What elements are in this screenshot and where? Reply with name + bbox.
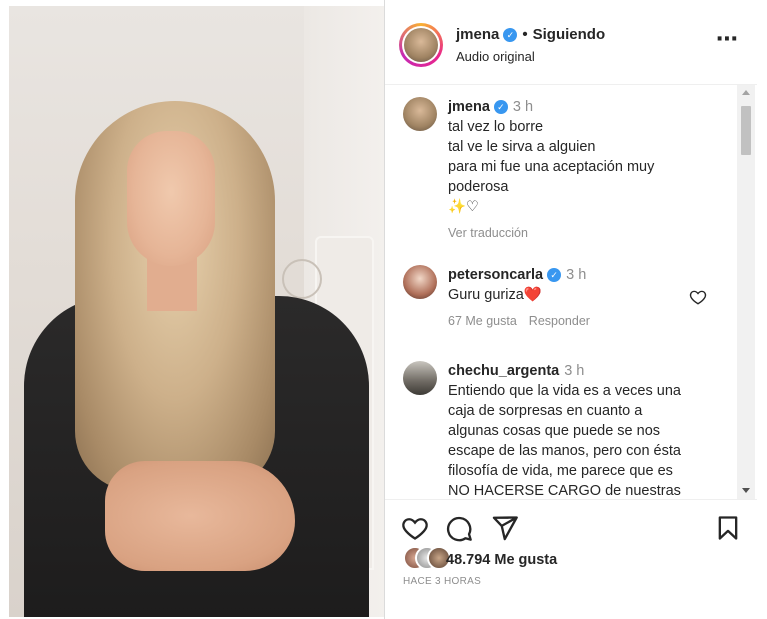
caption-line: tal vez lo borre	[448, 119, 544, 135]
comment-line: filosofía de vida, me parece que es	[448, 463, 673, 479]
avatar[interactable]	[403, 97, 437, 131]
likes-count-link[interactable]: 48.794 Me gusta	[446, 552, 557, 568]
comment-time[interactable]: 3 h	[564, 363, 584, 379]
comment-line: escape de las manos, pero con ésta	[448, 443, 681, 459]
comment-text: Guru guriza❤️	[448, 287, 542, 303]
avatar[interactable]	[403, 361, 437, 395]
caption-line: tal ve le sirva a alguien	[448, 139, 596, 155]
avatar[interactable]	[403, 265, 437, 299]
reply-button[interactable]: Responder	[529, 314, 590, 328]
background-lamp	[282, 259, 322, 299]
comment-username[interactable]: chechu_argenta	[448, 363, 559, 379]
author-username[interactable]: jmena	[456, 26, 499, 43]
post-video[interactable]	[9, 6, 384, 617]
comment-line: caja de sorpresas en cuanto a	[448, 403, 643, 419]
author-avatar[interactable]	[399, 23, 443, 67]
comments-list: jmena ✓ 3 h tal vez lo borre tal ve le sir…	[385, 85, 737, 499]
separator-dot: •	[522, 26, 528, 43]
comment-icon[interactable]	[445, 514, 473, 542]
heart-icon[interactable]	[689, 288, 707, 306]
post-time[interactable]: HACE 3 HORAS	[403, 576, 481, 587]
comment-line: algunas cosas que puede se nos	[448, 423, 661, 439]
post-actions: 48.794 Me gusta HACE 3 HORAS	[385, 500, 757, 617]
comment-username[interactable]: petersoncarla	[448, 267, 543, 283]
post-header: jmena ✓ • Siguiendo Audio original ⋯	[385, 6, 757, 85]
verified-badge-icon: ✓	[547, 268, 562, 282]
more-options-icon[interactable]: ⋯	[716, 26, 739, 52]
post-side-panel: jmena ✓ • Siguiendo Audio original ⋯ jmena ✓…	[385, 6, 757, 617]
following-button[interactable]: Siguiendo	[533, 26, 606, 43]
comment-line: NO HACERSE CARGO de nuestras	[448, 483, 681, 499]
scroll-up-arrow-icon[interactable]	[742, 90, 750, 95]
verified-badge-icon: ✓	[493, 100, 508, 114]
comment-line: Entiendo que la vida es a veces una	[448, 383, 681, 399]
comment-username[interactable]: jmena	[448, 99, 490, 115]
scroll-down-arrow-icon[interactable]	[742, 488, 750, 493]
audio-link[interactable]: Audio original	[456, 49, 535, 64]
bookmark-icon[interactable]	[714, 514, 742, 542]
verified-badge-icon: ✓	[503, 28, 518, 42]
comment-time[interactable]: 3 h	[513, 99, 533, 115]
comment-time[interactable]: 3 h	[566, 267, 586, 283]
share-icon[interactable]	[491, 514, 519, 542]
caption-line: poderosa	[448, 179, 509, 195]
scrollbar-thumb[interactable]	[741, 106, 751, 155]
caption-emoji-line: ✨♡	[448, 199, 480, 215]
person-face	[127, 131, 215, 266]
comments-scrollbar[interactable]	[737, 85, 755, 499]
instagram-post-modal: jmena ✓ • Siguiendo Audio original ⋯ jmena ✓…	[0, 0, 767, 619]
heart-icon[interactable]	[401, 514, 429, 542]
caption-line: para mi fue una aceptación muy	[448, 159, 655, 175]
see-translation-link[interactable]: Ver traducción	[448, 226, 528, 240]
person-hands	[105, 461, 295, 571]
comment-likes[interactable]: 67 Me gusta	[448, 314, 517, 328]
